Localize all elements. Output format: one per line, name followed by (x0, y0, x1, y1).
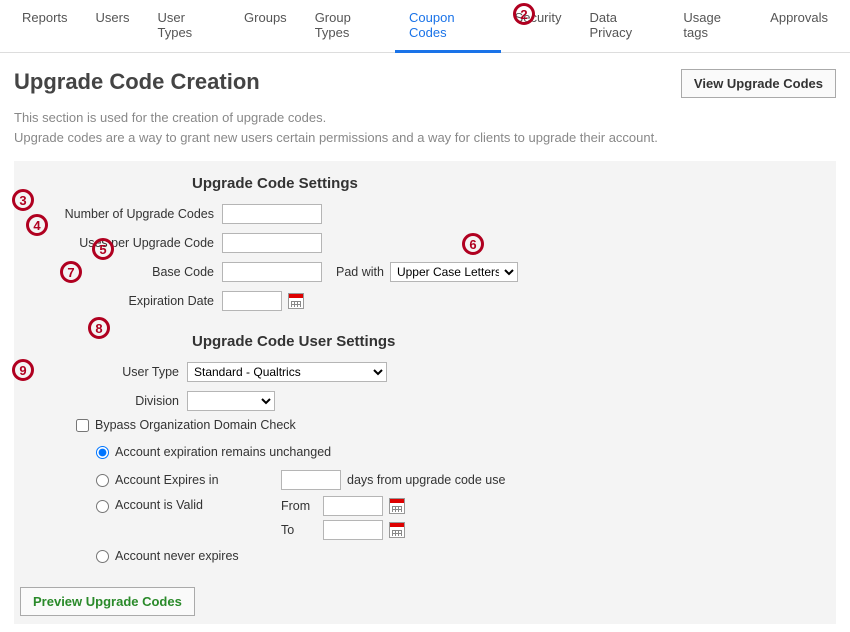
header-row: Upgrade Code Creation View Upgrade Codes (14, 69, 836, 98)
radio-unchanged[interactable] (96, 446, 109, 459)
row-base-code: Base Code Pad with Upper Case Letters (42, 260, 808, 284)
page-title: Upgrade Code Creation (14, 69, 260, 95)
annotation-9: 9 (12, 359, 34, 381)
tab-bar: Reports Users User Types Groups Group Ty… (0, 0, 850, 53)
settings-panel: Upgrade Code Settings Number of Upgrade … (14, 161, 836, 624)
radio-expires-in[interactable] (96, 474, 109, 487)
input-expiration[interactable] (222, 291, 282, 311)
input-num-codes[interactable] (222, 204, 322, 224)
desc-line2: Upgrade codes are a way to grant new use… (14, 128, 836, 148)
row-radio-expires-in: Account Expires in days from upgrade cod… (96, 468, 808, 492)
tab-reports[interactable]: Reports (8, 0, 82, 52)
annotation-3: 3 (12, 189, 34, 211)
row-radio-never: Account never expires (96, 544, 808, 568)
label-from: From (281, 499, 317, 513)
label-radio-valid: Account is Valid (115, 498, 275, 512)
label-pad-with: Pad with (336, 265, 384, 279)
input-to-date[interactable] (323, 520, 383, 540)
section-title-user-settings: Upgrade Code User Settings (192, 333, 808, 350)
content-area: Upgrade Code Creation View Upgrade Codes… (0, 53, 850, 632)
annotation-8: 8 (88, 317, 110, 339)
label-expiration: Expiration Date (42, 294, 222, 308)
label-division: Division (42, 394, 187, 408)
row-radio-valid: Account is Valid From To (96, 496, 808, 540)
preview-upgrade-codes-button[interactable]: Preview Upgrade Codes (20, 587, 195, 616)
calendar-icon[interactable] (288, 293, 304, 309)
tab-groups[interactable]: Groups (230, 0, 301, 52)
label-radio-expires-in: Account Expires in (115, 473, 275, 487)
tab-group-types[interactable]: Group Types (301, 0, 395, 52)
tab-data-privacy[interactable]: Data Privacy (576, 0, 670, 52)
calendar-icon[interactable] (389, 522, 405, 538)
radio-never[interactable] (96, 550, 109, 563)
calendar-icon[interactable] (389, 498, 405, 514)
view-upgrade-codes-button[interactable]: View Upgrade Codes (681, 69, 836, 98)
select-pad-with[interactable]: Upper Case Letters (390, 262, 518, 282)
input-expires-in-days[interactable] (281, 470, 341, 490)
row-uses: Uses per Upgrade Code (42, 231, 808, 255)
section-title-settings: Upgrade Code Settings (192, 175, 808, 192)
tab-coupon-codes[interactable]: Coupon Codes (395, 0, 501, 53)
desc-line1: This section is used for the creation of… (14, 108, 836, 128)
row-division: Division (42, 389, 808, 413)
label-to: To (281, 523, 317, 537)
label-radio-never: Account never expires (115, 549, 239, 563)
row-num-codes: Number of Upgrade Codes (42, 202, 808, 226)
label-bypass: Bypass Organization Domain Check (95, 418, 296, 432)
input-uses[interactable] (222, 233, 322, 253)
label-days-suffix: days from upgrade code use (347, 473, 505, 487)
tab-approvals[interactable]: Approvals (756, 0, 842, 52)
select-user-type[interactable]: Standard - Qualtrics (187, 362, 387, 382)
checkbox-bypass[interactable] (76, 419, 89, 432)
input-from-date[interactable] (323, 496, 383, 516)
tab-users[interactable]: Users (82, 0, 144, 52)
tab-security[interactable]: Security (501, 0, 576, 52)
label-radio-unchanged: Account expiration remains unchanged (115, 445, 331, 459)
tab-user-types[interactable]: User Types (143, 0, 230, 52)
row-bypass: Bypass Organization Domain Check (76, 418, 808, 432)
radio-valid[interactable] (96, 500, 109, 513)
select-division[interactable] (187, 391, 275, 411)
row-radio-unchanged: Account expiration remains unchanged (96, 440, 808, 464)
from-to-block: From To (281, 496, 405, 540)
row-user-type: User Type Standard - Qualtrics (42, 360, 808, 384)
label-user-type: User Type (42, 365, 187, 379)
label-uses: Uses per Upgrade Code (42, 236, 222, 250)
row-expiration: Expiration Date (42, 289, 808, 313)
label-num-codes: Number of Upgrade Codes (42, 207, 222, 221)
input-base-code[interactable] (222, 262, 322, 282)
description: This section is used for the creation of… (14, 108, 836, 147)
tab-usage-tags[interactable]: Usage tags (669, 0, 756, 52)
label-base-code: Base Code (42, 265, 222, 279)
page-root: Reports Users User Types Groups Group Ty… (0, 0, 850, 632)
